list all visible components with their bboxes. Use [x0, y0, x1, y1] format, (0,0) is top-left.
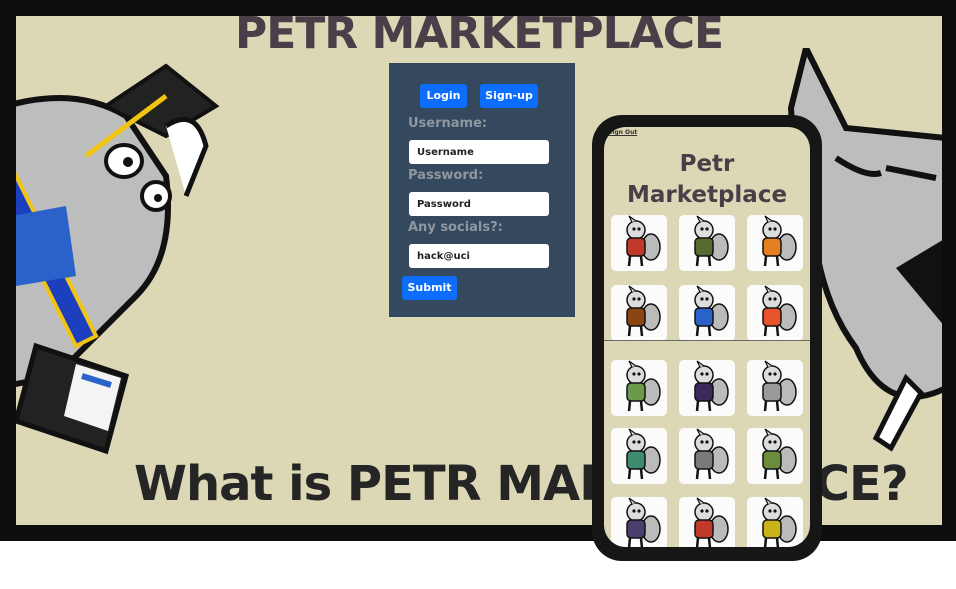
petr-knight-sticker[interactable] — [611, 215, 667, 271]
petr-figure-icon — [762, 285, 797, 337]
username-input[interactable] — [409, 140, 549, 164]
petr-figure-icon — [762, 215, 797, 267]
phone-title-line2: Marketplace — [626, 182, 788, 208]
petr-red-fox-sticker[interactable] — [679, 497, 735, 547]
graduation-petr-illustration — [16, 63, 220, 455]
petr-soldier-sticker[interactable] — [679, 215, 735, 271]
petr-dark-sticker[interactable] — [611, 497, 667, 547]
password-input[interactable] — [409, 192, 549, 216]
petr-figure-icon — [762, 360, 797, 412]
socials-input[interactable] — [409, 244, 549, 268]
petr-green-sticker[interactable] — [747, 428, 803, 484]
petr-figure-icon — [626, 497, 661, 547]
submit-button[interactable]: Submit — [402, 276, 457, 300]
sticker-grid — [604, 215, 810, 547]
login-button[interactable]: Login — [420, 84, 467, 108]
petr-yellow-sticker[interactable] — [747, 497, 803, 547]
phone-title: Petr Marketplace — [604, 149, 810, 211]
petr-party-hat-sticker[interactable] — [747, 215, 803, 271]
username-label: Username: — [408, 116, 488, 131]
signup-button[interactable]: Sign-up — [480, 84, 538, 108]
petr-figure-icon — [626, 285, 661, 337]
socials-label: Any socials?: — [408, 220, 503, 235]
phone-mockup: Sign Out Petr Marketplace — [592, 115, 822, 561]
petr-figure-icon — [762, 497, 797, 547]
petr-shopping-sticker[interactable] — [679, 428, 735, 484]
petr-figure-icon — [626, 215, 661, 267]
petr-figure-icon — [694, 215, 729, 267]
petr-figure-icon — [694, 285, 729, 337]
petr-teal-sticker[interactable] — [611, 428, 667, 484]
petr-blue-shirt-sticker[interactable] — [679, 285, 735, 341]
petr-figure-icon — [626, 360, 661, 412]
petr-figure-icon — [626, 428, 661, 480]
petr-figure-icon — [694, 428, 729, 480]
petr-reindeer-sticker[interactable] — [611, 285, 667, 341]
petr-figure-icon — [694, 360, 729, 412]
password-label: Password: — [408, 168, 484, 183]
petr-classic-sticker[interactable] — [747, 360, 803, 416]
sign-out-link[interactable]: Sign Out — [608, 129, 637, 136]
petr-figure-icon — [762, 428, 797, 480]
petr-horse-sticker[interactable] — [611, 360, 667, 416]
scroll-divider — [604, 340, 810, 341]
petr-fire-sticker[interactable] — [747, 285, 803, 341]
petr-suit-sticker[interactable] — [679, 360, 735, 416]
petr-figure-icon — [694, 497, 729, 547]
phone-screen: Sign Out Petr Marketplace — [604, 127, 810, 547]
login-panel: Login Sign-up Username: Password: Any so… — [389, 63, 575, 317]
phone-title-line1: Petr — [679, 151, 735, 177]
